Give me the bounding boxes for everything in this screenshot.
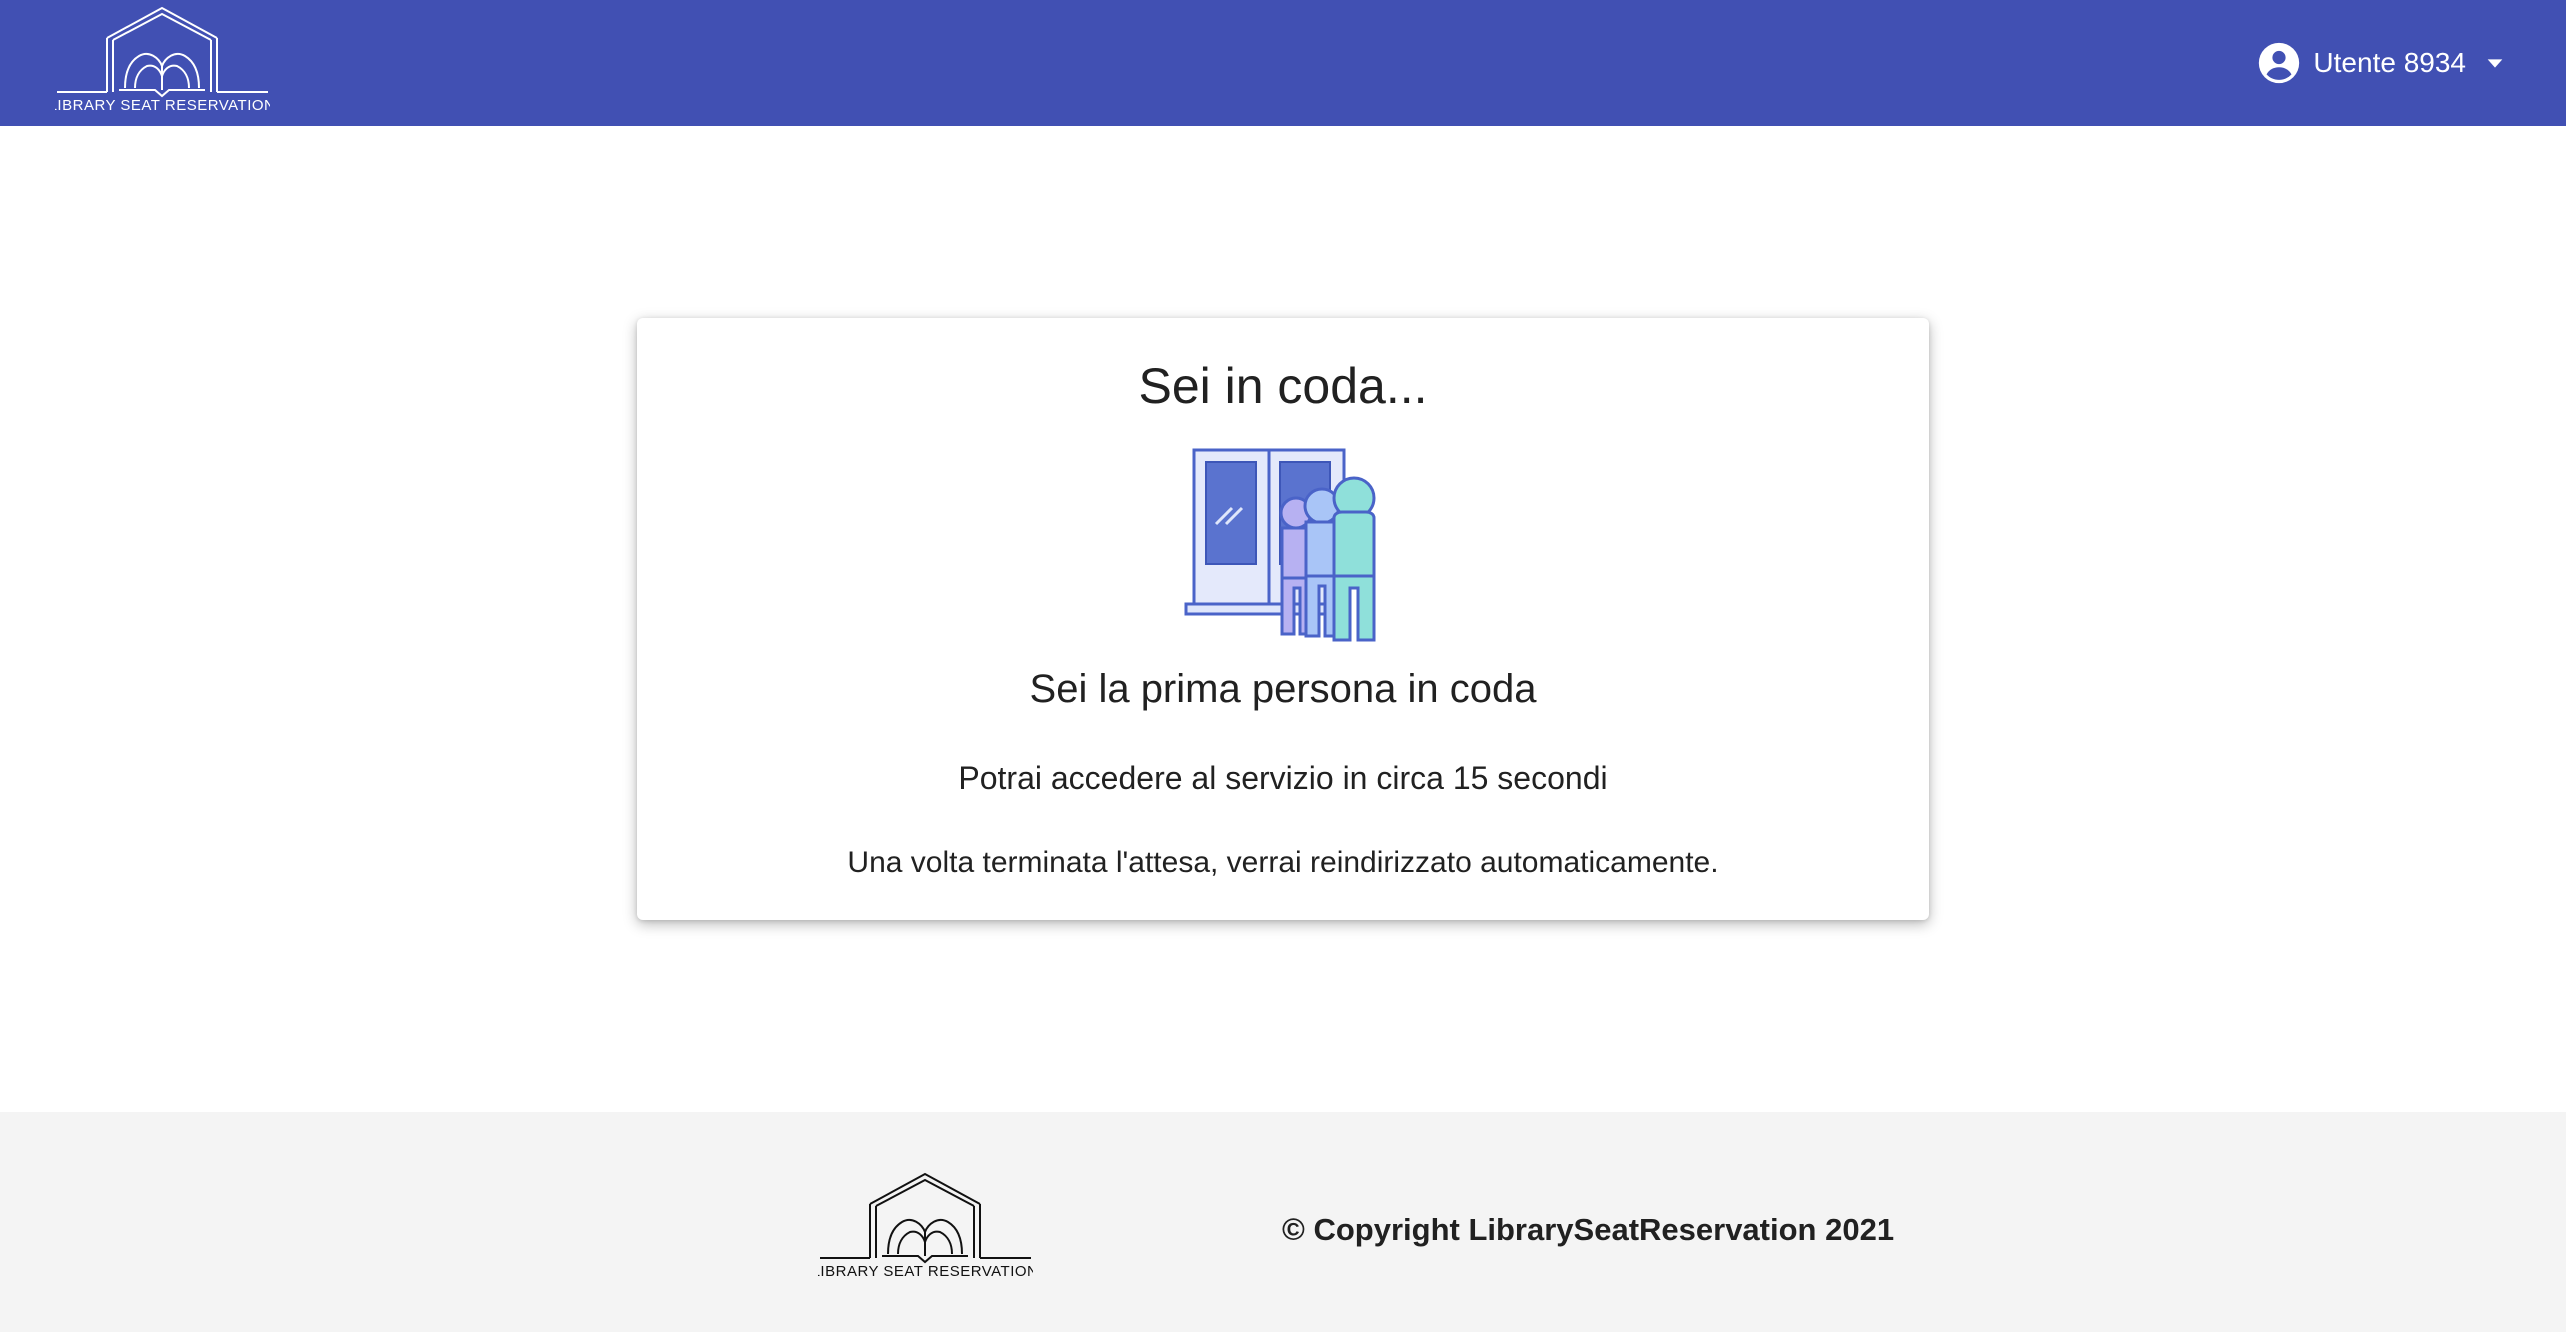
logo-text: LIBRARY SEAT RESERVATION bbox=[55, 97, 270, 114]
queue-wait-time-text: Potrai accedere al servizio in circa 15 … bbox=[958, 760, 1608, 796]
caret-down-icon bbox=[2487, 59, 2503, 68]
footer-logo-text: LIBRARY SEAT RESERVATION bbox=[818, 1263, 1033, 1280]
library-logo[interactable]: LIBRARY SEAT RESERVATION bbox=[55, 6, 270, 114]
top-app-bar: LIBRARY SEAT RESERVATION Utente 8934 bbox=[0, 0, 2566, 126]
queue-redirect-text: Una volta terminata l'attesa, verrai rei… bbox=[847, 846, 1719, 879]
queue-people-door-illustration bbox=[1184, 448, 1376, 642]
queue-position-text: Sei la prima persona in coda bbox=[1029, 667, 1537, 711]
footer-library-logo: LIBRARY SEAT RESERVATION bbox=[818, 1172, 1033, 1280]
footer: LIBRARY SEAT RESERVATION © Copyright Lib… bbox=[0, 1112, 2566, 1332]
queue-card: Sei in coda... Sei la prima persona in c… bbox=[637, 318, 1929, 920]
copyright-text: © Copyright LibrarySeatReservation 2021 bbox=[1282, 1212, 1895, 1247]
user-menu-button[interactable]: Utente 8934 bbox=[2257, 38, 2506, 88]
user-name: Utente 8934 bbox=[2313, 47, 2466, 78]
account-circle-icon bbox=[2259, 42, 2300, 84]
queue-title: Sei in coda... bbox=[1138, 358, 1428, 414]
